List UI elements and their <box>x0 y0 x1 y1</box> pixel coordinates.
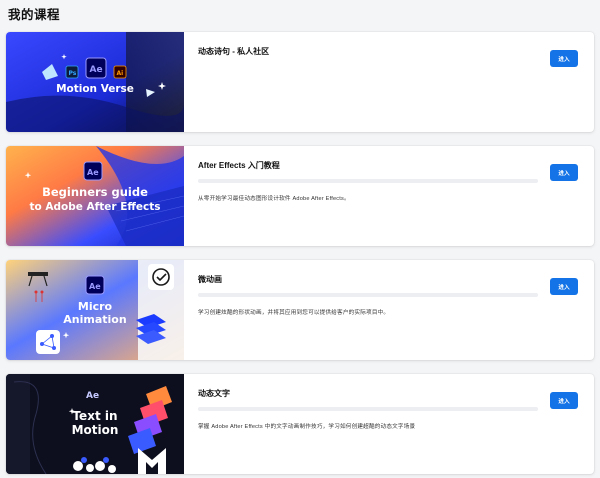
course-card[interactable]: Ps Ae Ai Motion Verse 动态诗句 - 私人社区 进入 <box>6 32 594 132</box>
course-thumbnail[interactable]: Ae Beginners guide to Adobe After Effect… <box>6 146 184 246</box>
course-info: 动态诗句 - 私人社区 <box>198 32 594 132</box>
ae-badge-icon: Ae <box>85 57 107 79</box>
thumbnail-title-line2: Motion <box>72 423 119 437</box>
ae-badge-icon: Ae <box>83 161 103 181</box>
badge-ae-label: Ae <box>87 168 99 177</box>
checkmark-circle-icon <box>148 264 174 290</box>
ae-badge-icon: Ae <box>86 391 99 401</box>
course-title[interactable]: After Effects 入门教程 <box>198 160 280 171</box>
vector-nodes-icon <box>36 330 60 354</box>
enter-course-button[interactable]: 进入 <box>550 392 578 409</box>
course-card[interactable]: Ae Text in Motion 动态文字 掌握 Adobe After Ef… <box>6 374 594 474</box>
badge-ae-label: Ae <box>86 391 99 401</box>
course-title[interactable]: 动态文字 <box>198 388 230 399</box>
thumbnail-title-line1: Micro <box>78 300 113 313</box>
course-card[interactable]: Ae Beginners guide to Adobe After Effect… <box>6 146 594 246</box>
course-description: 学习创建炫酷的形状动画，并将其应用到您可以提供给客户的实际项目中。 <box>198 310 390 316</box>
ai-badge-icon: Ai <box>113 65 127 79</box>
course-info: 微动画 学习创建炫酷的形状动画，并将其应用到您可以提供给客户的实际项目中。 <box>198 260 594 360</box>
course-info: 动态文字 掌握 Adobe After Effects 中的文字动画制作技巧，学… <box>198 374 594 474</box>
course-thumbnail[interactable]: Ps Ae Ai Motion Verse <box>6 32 184 132</box>
progress-bar <box>198 407 538 411</box>
course-description: 掌握 Adobe After Effects 中的文字动画制作技巧，学习如何创建… <box>198 424 416 430</box>
thumbnail-title-line1: Beginners guide <box>42 185 148 199</box>
course-thumbnail[interactable]: Ae Micro Animation <box>6 260 184 360</box>
enter-course-button[interactable]: 进入 <box>550 278 578 295</box>
badge-ai-label: Ai <box>117 70 124 77</box>
enter-course-button[interactable]: 进入 <box>550 50 578 67</box>
ps-badge-icon: Ps <box>65 65 79 79</box>
badge-ps-label: Ps <box>69 70 77 77</box>
thumbnail-title: Motion Verse <box>56 83 134 95</box>
thumbnail-title-line2: Animation <box>63 313 126 326</box>
course-thumbnail[interactable]: Ae Text in Motion <box>6 374 184 474</box>
progress-bar <box>198 293 538 297</box>
progress-bar <box>198 179 538 183</box>
thumbnail-title-line2: to Adobe After Effects <box>30 201 161 213</box>
ae-badge-icon: Ae <box>85 275 105 295</box>
course-title[interactable]: 动态诗句 - 私人社区 <box>198 46 269 57</box>
enter-course-button[interactable]: 进入 <box>550 164 578 181</box>
badge-ae-label: Ae <box>90 65 103 75</box>
badge-ae-label: Ae <box>89 282 101 291</box>
page-title: 我的课程 <box>8 8 61 22</box>
course-info: After Effects 入门教程 从零开始学习最佳动态图形设计软件 Adob… <box>198 146 594 246</box>
course-description: 从零开始学习最佳动态图形设计软件 Adobe After Effects。 <box>198 196 350 202</box>
course-title[interactable]: 微动画 <box>198 274 222 285</box>
thumbnail-title-line1: Text in <box>72 409 117 423</box>
course-card[interactable]: Ae Micro Animation 微动画 学习创建炫酷的形状动画，并将其应用… <box>6 260 594 360</box>
